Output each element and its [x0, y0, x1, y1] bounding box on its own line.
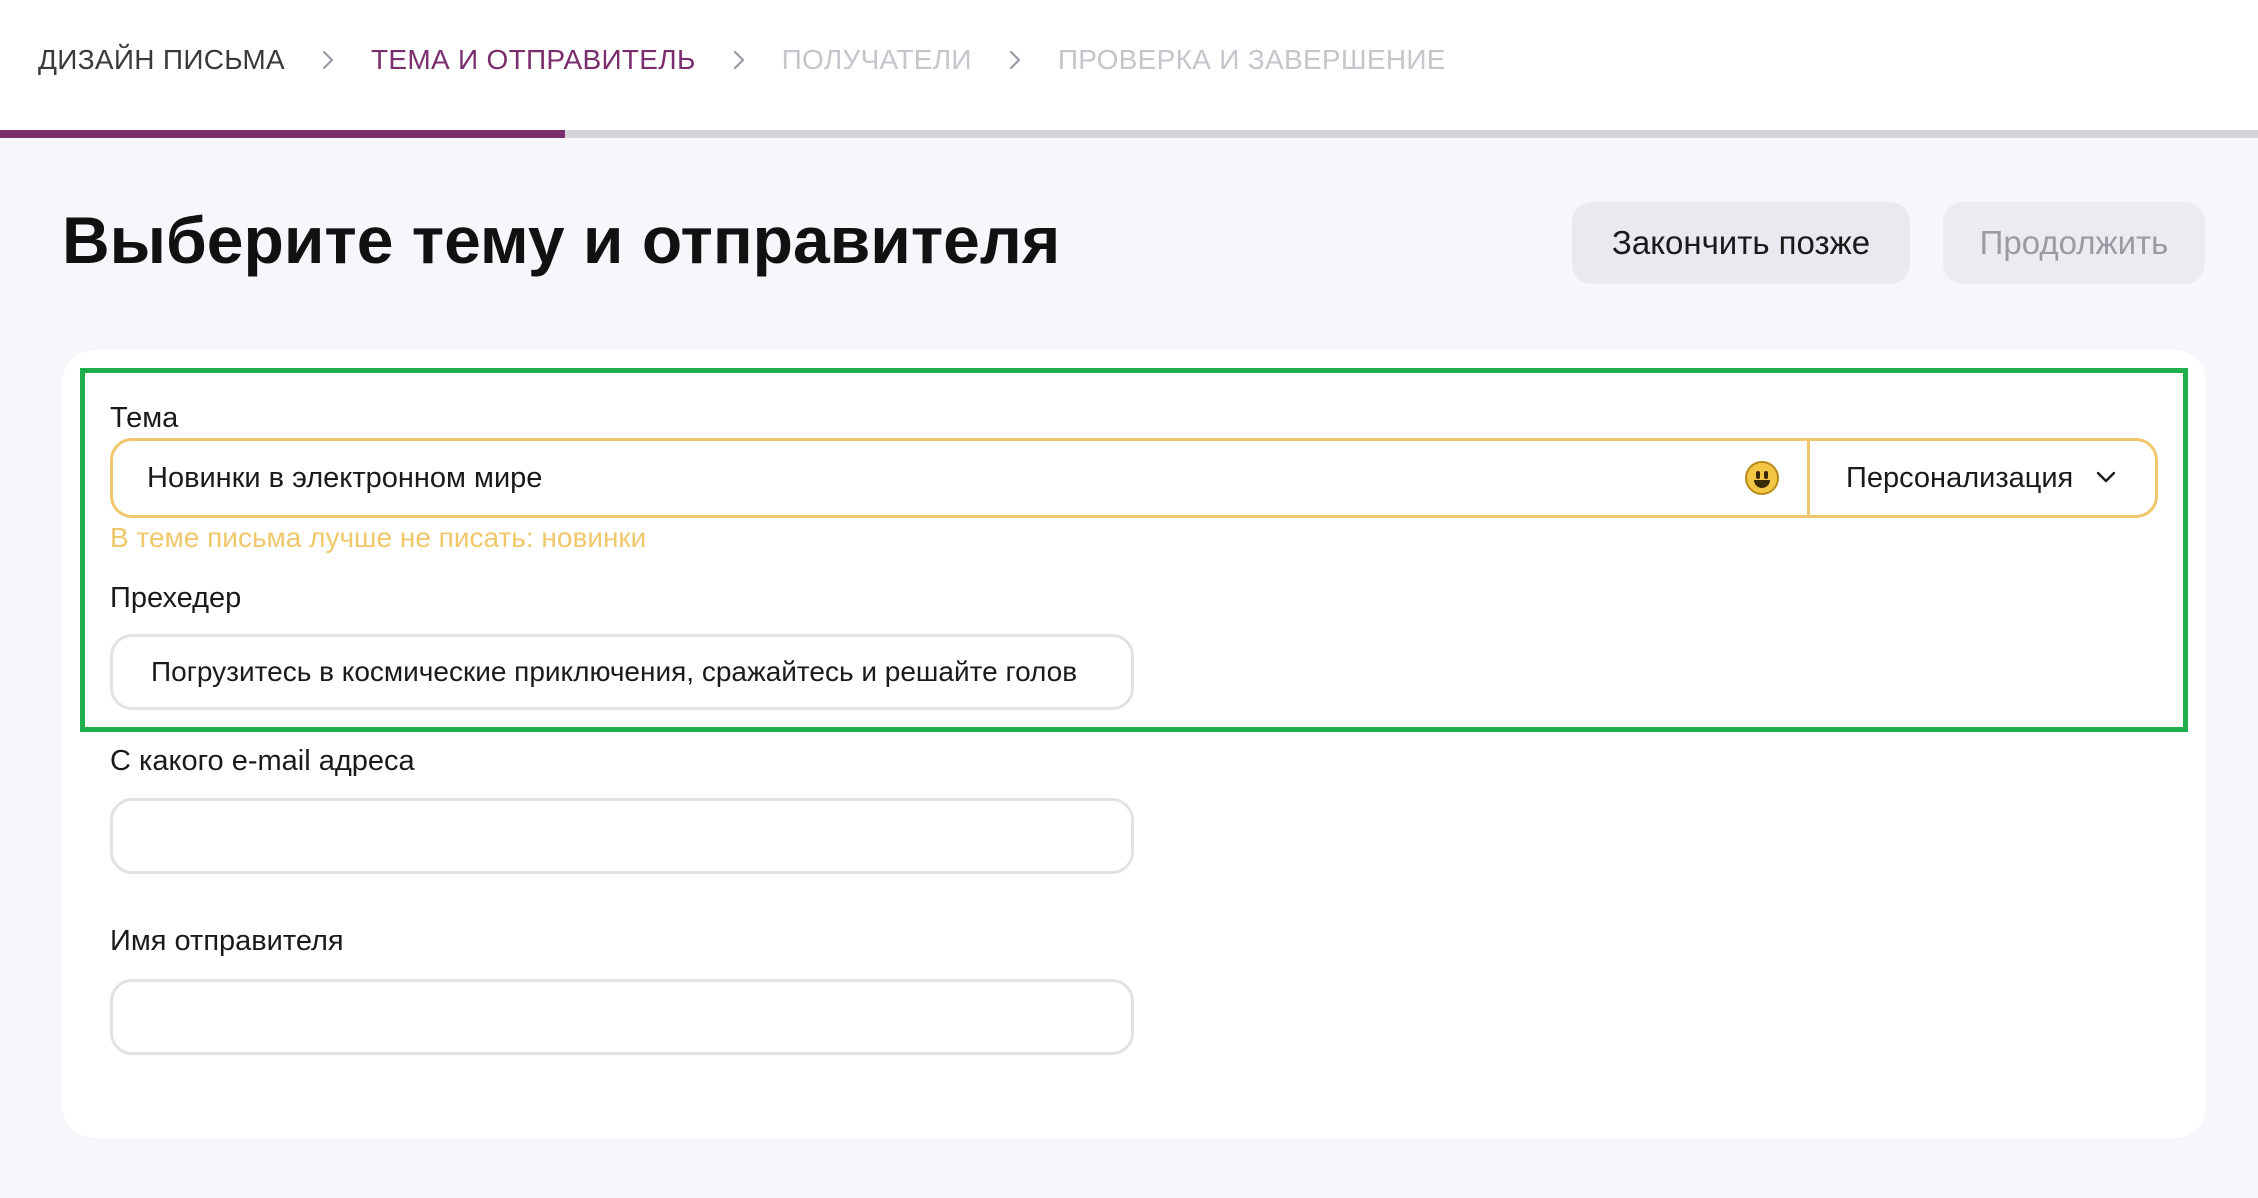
subject-input-value: Новинки в электронном мире — [147, 461, 543, 494]
chevron-right-icon — [321, 49, 335, 71]
chevron-right-icon — [732, 49, 746, 71]
subject-warning: В теме письма лучше не писать: новинки — [110, 522, 647, 553]
sender-name-label: Имя отправителя — [110, 925, 344, 957]
finish-later-button[interactable]: Закончить позже — [1572, 202, 1910, 284]
step-email-design[interactable]: ДИЗАЙН ПИСЬМА — [38, 44, 285, 76]
subject-field-group: Новинки в электронном мире Персонализаци… — [110, 438, 2158, 518]
personalization-label: Персонализация — [1846, 461, 2074, 494]
personalization-dropdown[interactable]: Персонализация — [1807, 441, 2155, 515]
page-title: Выберите тему и отправителя — [62, 203, 1061, 277]
from-email-label: С какого e-mail адреса — [110, 745, 415, 777]
preheader-label: Прехедер — [110, 582, 242, 614]
preheader-input-value: Погрузитесь в космические приключения, с… — [151, 656, 1078, 687]
chevron-down-icon — [2096, 471, 2116, 483]
sender-name-input[interactable] — [110, 979, 1134, 1055]
continue-button[interactable]: Продолжить — [1943, 202, 2205, 284]
subject-input[interactable]: Новинки в электронном мире — [113, 441, 1807, 515]
from-email-input[interactable] — [110, 798, 1134, 874]
top-navigation-bar: ДИЗАЙН ПИСЬМА ТЕМА И ОТПРАВИТЕЛЬ ПОЛУЧАТ… — [0, 0, 2258, 130]
subject-label: Тема — [110, 402, 179, 434]
chevron-right-icon — [1008, 49, 1022, 71]
progress-bar — [0, 130, 2258, 138]
smiley-icon[interactable] — [1745, 461, 1779, 495]
preheader-input[interactable]: Погрузитесь в космические приключения, с… — [110, 634, 1134, 710]
breadcrumb: ДИЗАЙН ПИСЬМА ТЕМА И ОТПРАВИТЕЛЬ ПОЛУЧАТ… — [38, 40, 1446, 80]
step-review-finish: ПРОВЕРКА И ЗАВЕРШЕНИЕ — [1057, 44, 1446, 75]
progress-bar-fill — [0, 130, 565, 138]
step-recipients: ПОЛУЧАТЕЛИ — [781, 44, 972, 75]
step-subject-sender[interactable]: ТЕМА И ОТПРАВИТЕЛЬ — [371, 44, 696, 76]
